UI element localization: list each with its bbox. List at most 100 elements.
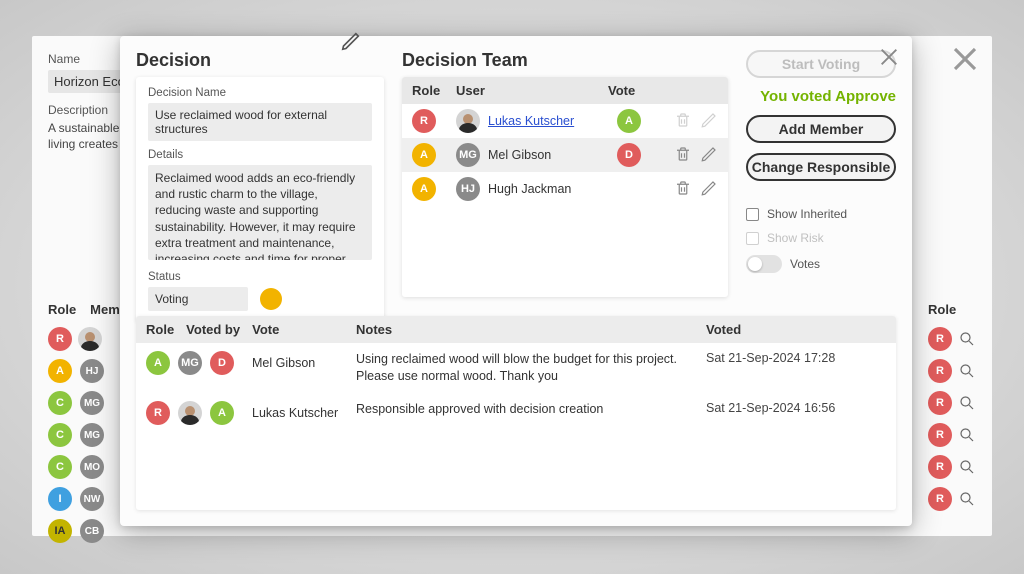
- vote-who: Lukas Kutscher: [252, 406, 338, 420]
- votes-table: Role Voted by Vote Notes Voted A MG D Mel G…: [136, 316, 896, 510]
- close-icon[interactable]: [950, 44, 980, 74]
- team-heading: Decision Team: [402, 50, 728, 71]
- bg-right-row: R: [928, 323, 976, 355]
- search-icon[interactable]: [958, 362, 976, 380]
- role-badge: IA: [48, 519, 72, 543]
- vote-badge: D: [210, 351, 234, 375]
- user-name: Mel Gibson: [488, 148, 551, 162]
- avatar: [456, 109, 480, 133]
- bg-right-row: R: [928, 451, 976, 483]
- details-textarea[interactable]: [148, 165, 372, 260]
- search-icon[interactable]: [958, 458, 976, 476]
- member-initials: MG: [80, 391, 104, 415]
- votes-row: R A Lukas Kutscher Responsible approved wit…: [136, 393, 896, 433]
- member-initials: MO: [80, 455, 104, 479]
- vote-badge: A: [210, 401, 234, 425]
- member-initials: MG: [456, 143, 480, 167]
- trash-icon[interactable]: [674, 179, 692, 200]
- member-initials: MG: [178, 351, 202, 375]
- checkbox-icon: [746, 208, 759, 221]
- status-field[interactable]: Voting: [148, 287, 248, 311]
- role-badge: A: [146, 351, 170, 375]
- bg-right-row: R: [928, 483, 976, 515]
- role-badge: R: [928, 455, 952, 479]
- role-badge: R: [48, 327, 72, 351]
- avatar: [178, 401, 202, 425]
- role-badge: R: [928, 359, 952, 383]
- decision-name-label: Decision Name: [148, 87, 372, 99]
- bg-right-row: R: [928, 387, 976, 419]
- decision-card: Decision Name Use reclaimed wood for ext…: [136, 77, 384, 321]
- user-name: Hugh Jackman: [488, 182, 571, 196]
- votes-header: Role Voted by Vote Notes Voted: [136, 316, 896, 343]
- member-initials: HJ: [456, 177, 480, 201]
- bg-right-row: R: [928, 355, 976, 387]
- decision-name-field[interactable]: Use reclaimed wood for external structur…: [148, 103, 372, 141]
- votes-toggle-label: Votes: [790, 257, 820, 271]
- show-inherited-label: Show Inherited: [767, 207, 847, 221]
- close-icon[interactable]: [878, 46, 900, 71]
- status-label: Status: [148, 271, 372, 283]
- bg-left-col-role: Role: [48, 296, 76, 323]
- role-badge: C: [48, 391, 72, 415]
- bg-right-col-role: Role: [928, 296, 976, 323]
- role-badge: C: [48, 455, 72, 479]
- action-panel: Start Voting You voted Approve Add Membe…: [746, 50, 896, 302]
- votes-col-votedby: Voted by: [186, 322, 240, 337]
- search-icon[interactable]: [958, 426, 976, 444]
- vote-when: Sat 21-Sep-2024 16:56: [706, 401, 886, 415]
- show-inherited-checkbox[interactable]: Show Inherited: [746, 207, 896, 221]
- decision-modal: Decision Decision Name Use reclaimed woo…: [120, 36, 912, 526]
- show-risk-checkbox: Show Risk: [746, 231, 896, 245]
- search-icon[interactable]: [958, 330, 976, 348]
- user-link[interactable]: Lukas Kutscher: [488, 114, 574, 128]
- team-header: Role User Vote: [402, 77, 728, 104]
- team-panel: Decision Team Role User Vote R Lukas Kuts…: [402, 50, 728, 302]
- team-col-user: User: [456, 83, 608, 98]
- add-member-button[interactable]: Add Member: [746, 115, 896, 143]
- toggle-icon: [746, 255, 782, 273]
- trash-icon[interactable]: [674, 145, 692, 166]
- role-badge: R: [928, 423, 952, 447]
- start-voting-button: Start Voting: [746, 50, 896, 78]
- team-row[interactable]: AHJHugh Jackman: [402, 172, 728, 206]
- decision-panel: Decision Decision Name Use reclaimed woo…: [136, 50, 384, 302]
- vote-notes: Using reclaimed wood will blow the budge…: [356, 351, 706, 385]
- trash-icon: [674, 111, 692, 132]
- team-card: Role User Vote R Lukas Kutscher AA MG Mel Gi…: [402, 77, 728, 297]
- team-row[interactable]: AMGMel GibsonD: [402, 138, 728, 172]
- role-badge: R: [412, 109, 436, 133]
- pencil-icon: [700, 111, 718, 132]
- votes-toggle[interactable]: Votes: [746, 255, 896, 273]
- vote-when: Sat 21-Sep-2024 17:28: [706, 351, 886, 365]
- change-responsible-button[interactable]: Change Responsible: [746, 153, 896, 181]
- role-badge: R: [928, 327, 952, 351]
- role-badge: A: [48, 359, 72, 383]
- member-initials: NW: [80, 487, 104, 511]
- vote-badge: D: [617, 143, 641, 167]
- pencil-icon[interactable]: [340, 30, 362, 55]
- avatar: [78, 327, 102, 351]
- bg-right-row: R: [928, 419, 976, 451]
- role-badge: I: [48, 487, 72, 511]
- role-badge: R: [928, 391, 952, 415]
- member-initials: HJ: [80, 359, 104, 383]
- vote-notes: Responsible approved with decision creat…: [356, 401, 706, 418]
- vote-who: Mel Gibson: [252, 356, 315, 370]
- voted-approve-label: You voted Approve: [746, 88, 896, 105]
- pencil-icon[interactable]: [700, 145, 718, 166]
- search-icon[interactable]: [958, 490, 976, 508]
- votes-col-voted: Voted: [706, 322, 886, 337]
- votes-row: A MG D Mel Gibson Using reclaimed wood will …: [136, 343, 896, 393]
- bg-roles-right: Role RRRRRR: [928, 296, 992, 515]
- search-icon[interactable]: [958, 394, 976, 412]
- team-col-role: Role: [412, 83, 456, 98]
- member-initials: MG: [80, 423, 104, 447]
- vote-badge: A: [617, 109, 641, 133]
- pencil-icon[interactable]: [700, 179, 718, 200]
- role-badge: R: [146, 401, 170, 425]
- checkbox-icon: [746, 232, 759, 245]
- details-label: Details: [148, 149, 372, 161]
- team-row[interactable]: R Lukas Kutscher A: [402, 104, 728, 138]
- role-badge: C: [48, 423, 72, 447]
